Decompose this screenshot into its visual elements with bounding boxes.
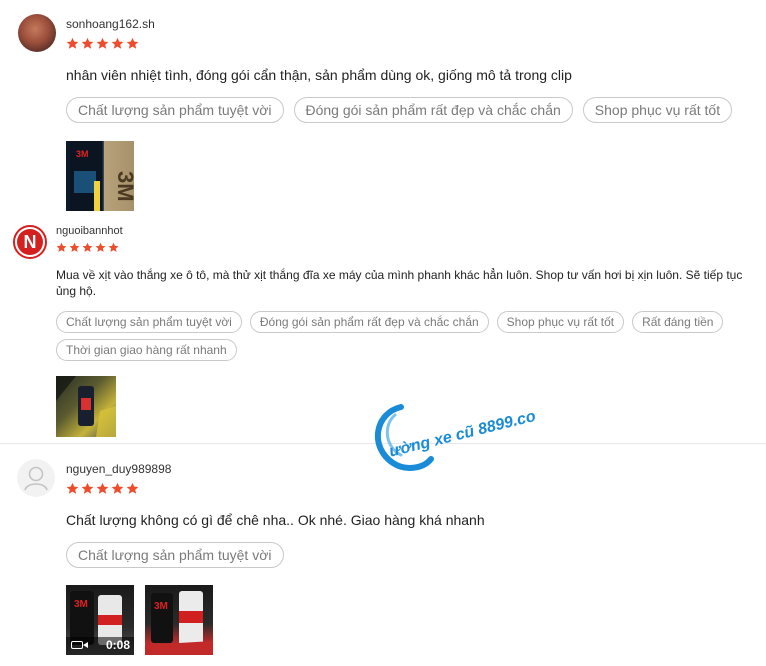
review-tag: Đóng gói sản phẩm rất đẹp và chắc chắn (293, 97, 573, 123)
video-camera-lens (83, 642, 88, 648)
review-photo[interactable]: 3M 3M (66, 141, 134, 211)
review-username[interactable]: sonhoang162.sh (66, 17, 155, 31)
user-avatar[interactable] (17, 459, 55, 497)
video-camera-icon (71, 641, 83, 649)
review-comment: Chất lượng không có gì để chê nha.. Ok n… (66, 512, 485, 528)
review-comment: Mua về xịt vào thắng xe ô tô, mà thử xịt… (56, 268, 743, 298)
star-icon (82, 242, 93, 253)
review-tag: Chất lượng sản phẩm tuyệt vời (66, 542, 284, 568)
review-tag: Chất lượng sản phẩm tuyệt vời (56, 311, 242, 333)
star-icon (66, 482, 79, 495)
review-tag: Thời gian giao hàng rất nhanh (56, 339, 237, 361)
review-item: nguyen_duy989898 Chất lượng không có gì … (0, 444, 766, 666)
product-can-image: 3M 3M (70, 141, 134, 211)
rating-stars (56, 242, 119, 253)
star-icon (126, 482, 139, 495)
star-icon (111, 482, 124, 495)
review-item: sonhoang162.sh nhân viên nhiệt tình, đón… (0, 0, 766, 215)
review-tags: Chất lượng sản phẩm tuyệt vời Đóng gói s… (56, 311, 756, 361)
star-icon (66, 37, 79, 50)
review-tag: Shop phục vụ rất tốt (582, 97, 733, 123)
star-icon (56, 242, 67, 253)
review-comment: nhân viên nhiệt tình, đóng gói cẩn thận,… (66, 67, 572, 83)
review-tags: Chất lượng sản phẩm tuyệt vời Đóng gói s… (66, 97, 733, 123)
review-tag: Rất đáng tiền (632, 311, 724, 333)
brand-logo: 3M (154, 601, 168, 612)
video-duration: 0:08 (105, 638, 130, 652)
brand-logo: 3M (74, 599, 88, 610)
star-icon (96, 37, 109, 50)
star-icon (126, 37, 139, 50)
review-username[interactable]: nguyen_duy989898 (66, 462, 171, 476)
star-icon (108, 242, 119, 253)
star-icon (96, 482, 109, 495)
default-user-icon (24, 466, 48, 491)
review-tag: Đóng gói sản phẩm rất đẹp và chắc chắn (249, 311, 489, 333)
star-icon (69, 242, 80, 253)
review-username[interactable]: nguoibannhot (56, 225, 123, 237)
star-icon (95, 242, 106, 253)
review-photo[interactable]: 3M (145, 585, 213, 655)
rating-stars (66, 482, 139, 495)
review-tags: Chất lượng sản phẩm tuyệt vời (66, 542, 284, 568)
product-cans-image: 3M (145, 591, 213, 655)
review-photo[interactable] (56, 376, 116, 437)
rating-stars (66, 37, 139, 50)
user-avatar[interactable]: N (13, 225, 47, 259)
user-avatar[interactable] (18, 14, 56, 52)
review-tag: Shop phục vụ rất tốt (496, 311, 625, 333)
brand-logo-large: 3M (113, 171, 134, 202)
star-icon (81, 37, 94, 50)
brand-logo: 3M (76, 149, 89, 159)
review-tag: Chất lượng sản phẩm tuyệt vời (66, 97, 284, 123)
star-icon (81, 482, 94, 495)
review-video[interactable]: 3M 0:08 (66, 585, 134, 655)
star-icon (111, 37, 124, 50)
avatar-letter: N (17, 229, 43, 255)
product-photo-image (56, 376, 116, 437)
